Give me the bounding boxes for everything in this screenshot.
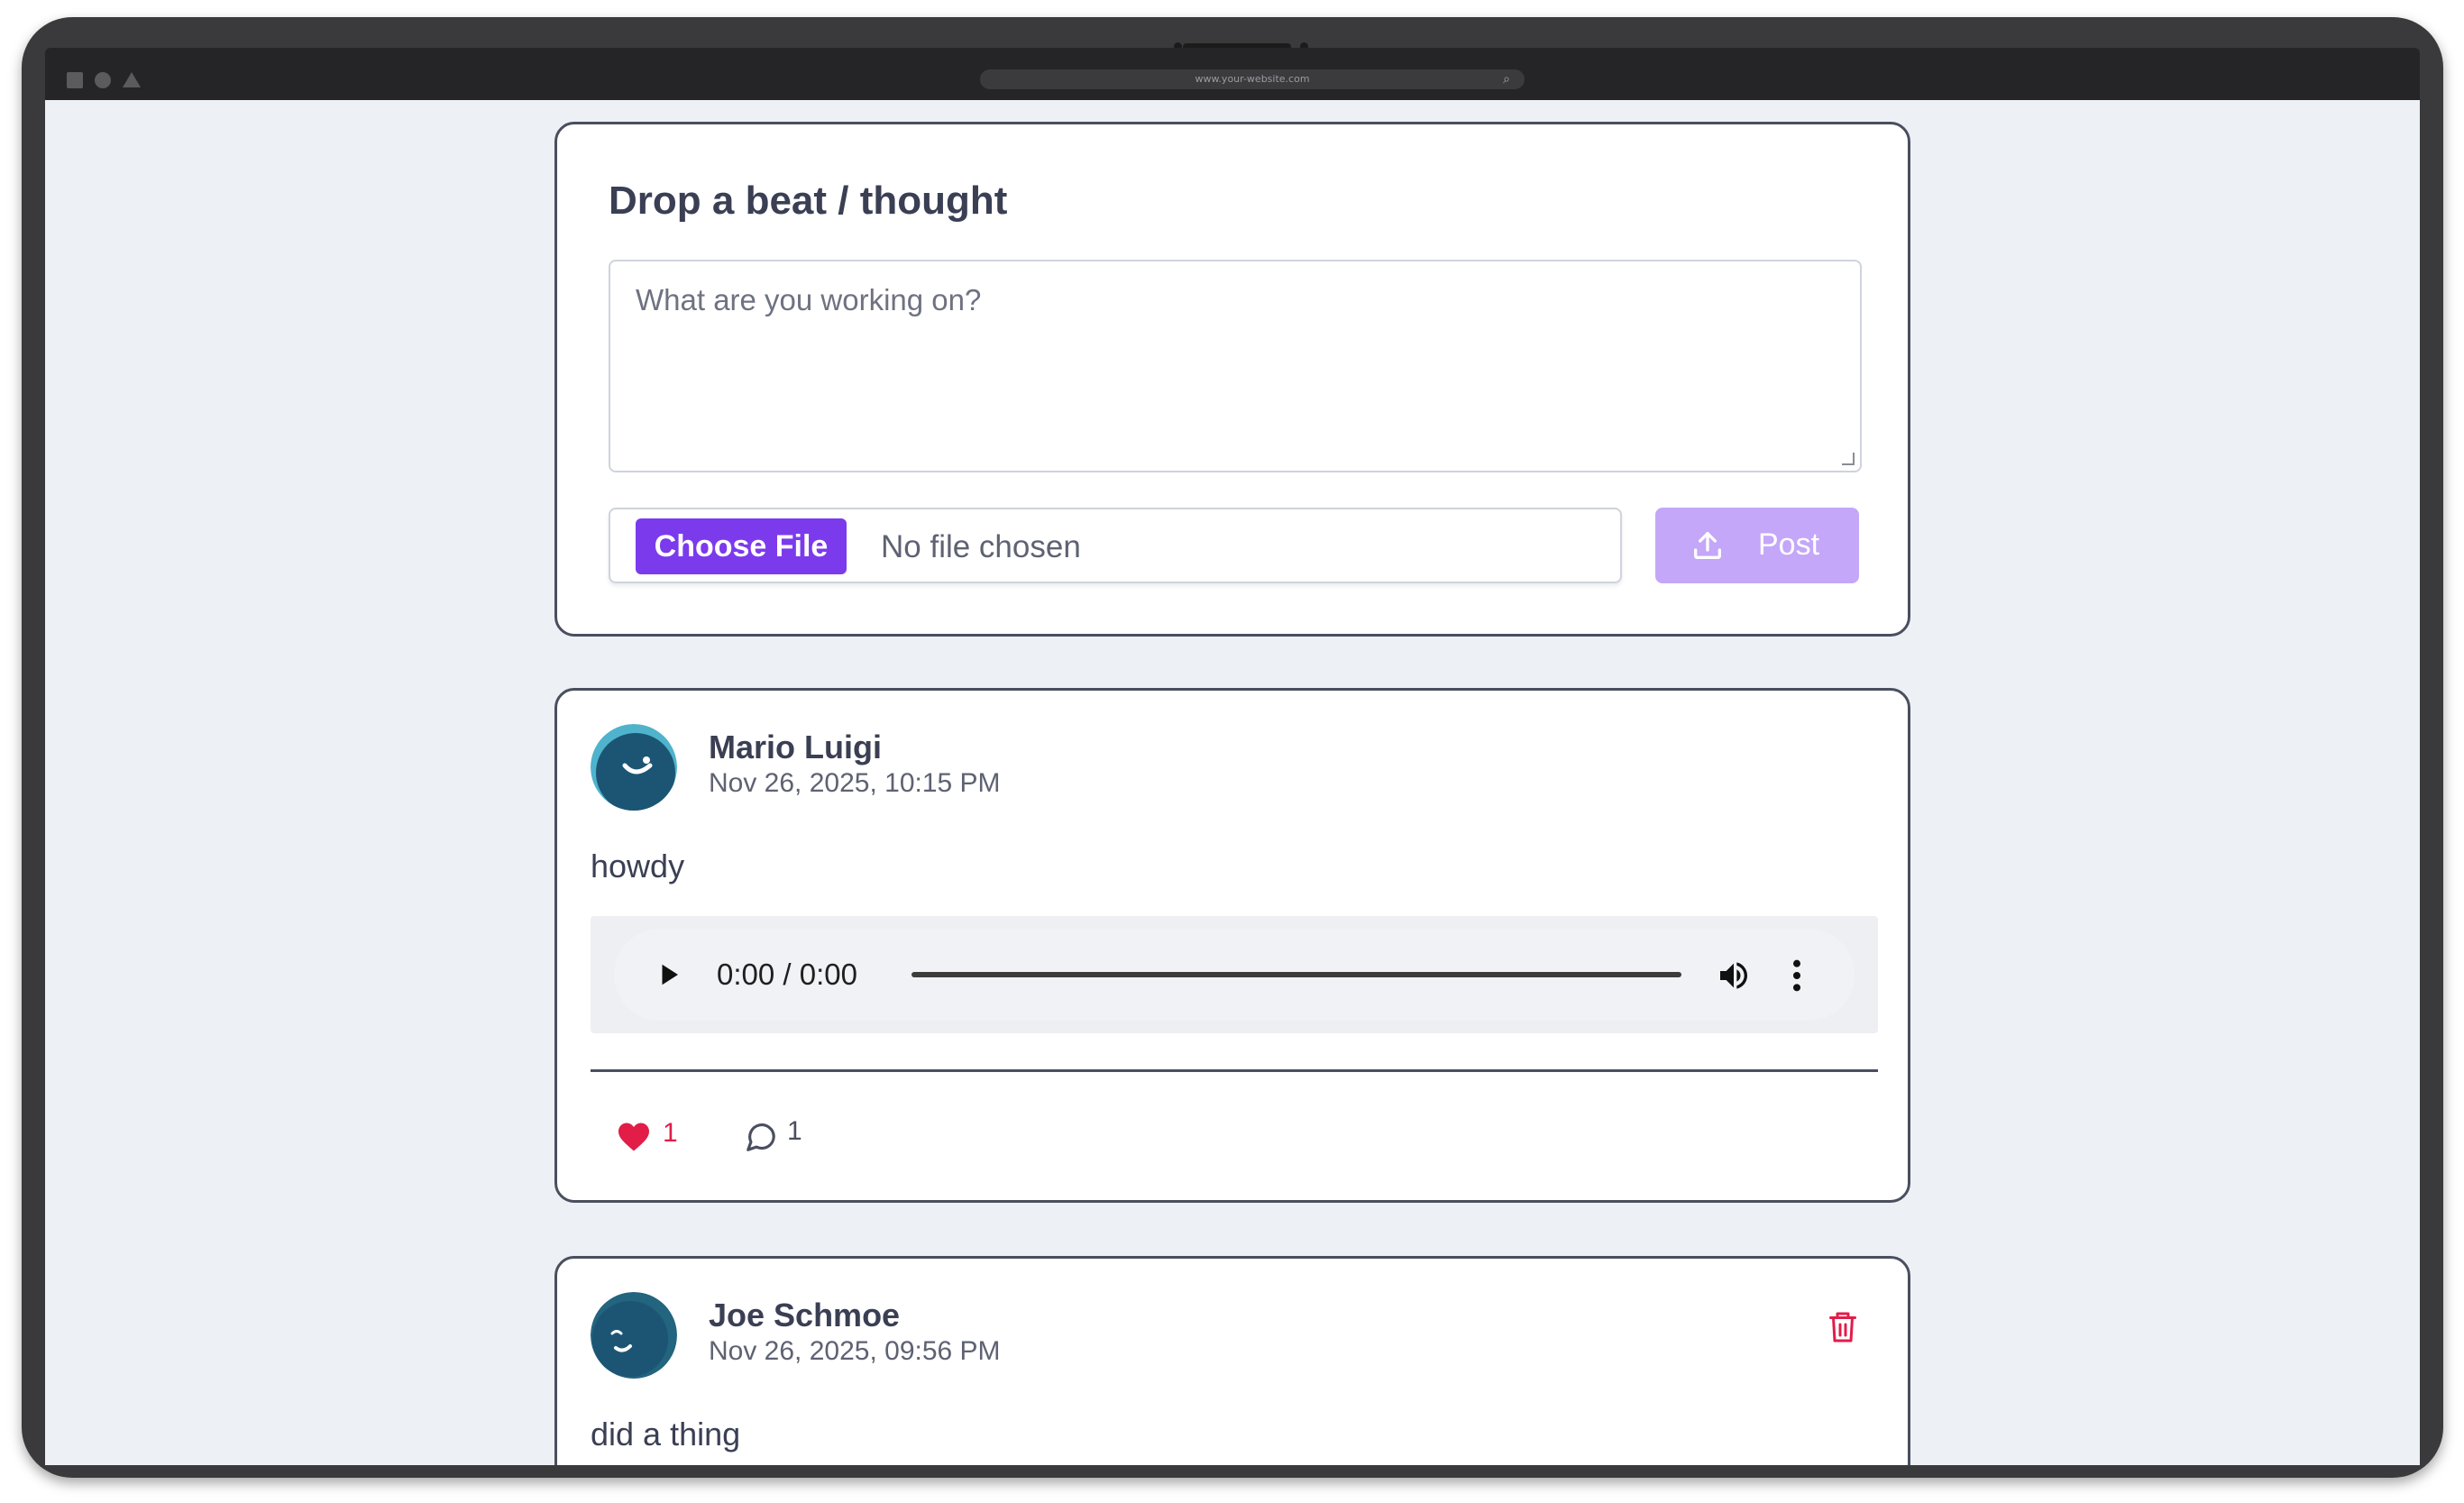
heart-icon[interactable]	[617, 1122, 651, 1152]
post-body: howdy	[591, 848, 685, 884]
post-timestamp: Nov 26, 2025, 10:15 PM	[709, 768, 1001, 798]
window-triangle-icon[interactable]	[123, 72, 141, 87]
file-status: No file chosen	[881, 529, 1081, 564]
address-url: www.your-website.com	[1195, 73, 1310, 85]
page-viewport: Drop a beat / thought What are you worki…	[45, 100, 2420, 1465]
post-button-label: Post	[1758, 527, 1820, 562]
comment-icon[interactable]	[743, 1120, 779, 1154]
post-author[interactable]: Joe Schmoe	[709, 1297, 900, 1334]
audio-container: 0:00 / 0:00	[591, 916, 1878, 1033]
composer-card: Drop a beat / thought What are you worki…	[554, 122, 1910, 637]
more-options-icon[interactable]	[1791, 958, 1802, 994]
address-bar[interactable]: www.your-website.com ⌕	[980, 69, 1525, 89]
choose-file-button[interactable]: Choose File	[636, 518, 847, 574]
play-icon[interactable]	[655, 961, 682, 988]
post-card: Mario Luigi Nov 26, 2025, 10:15 PM howdy…	[554, 688, 1910, 1203]
post-button[interactable]: Post	[1655, 508, 1859, 583]
textarea-placeholder: What are you working on?	[636, 283, 982, 316]
audio-time: 0:00 / 0:00	[717, 958, 857, 991]
window-circle-icon[interactable]	[95, 72, 111, 88]
post-card: Joe Schmoe Nov 26, 2025, 09:56 PM did a …	[554, 1256, 1910, 1465]
resize-handle-icon[interactable]	[1842, 453, 1855, 465]
browser-chrome: www.your-website.com ⌕	[45, 48, 2420, 100]
post-body: did a thing	[591, 1416, 741, 1453]
comment-count: 1	[787, 1116, 802, 1146]
trash-icon[interactable]	[1827, 1309, 1859, 1345]
post-author[interactable]: Mario Luigi	[709, 729, 882, 766]
smiley-avatar-icon[interactable]	[591, 724, 677, 811]
composer-title: Drop a beat / thought	[609, 179, 1008, 223]
upload-icon	[1694, 532, 1721, 559]
post-timestamp: Nov 26, 2025, 09:56 PM	[709, 1336, 1001, 1366]
window-square-icon[interactable]	[67, 72, 83, 88]
search-icon[interactable]: ⌕	[1503, 69, 1510, 89]
like-count: 1	[663, 1118, 678, 1148]
volume-icon[interactable]	[1716, 958, 1752, 994]
post-textarea[interactable]: What are you working on?	[609, 260, 1862, 472]
winking-avatar-icon[interactable]	[591, 1292, 677, 1379]
device-frame: www.your-website.com ⌕ Drop a beat / tho…	[22, 17, 2443, 1478]
post-divider	[591, 1069, 1878, 1072]
audio-player: 0:00 / 0:00	[614, 929, 1855, 1021]
audio-progress-bar[interactable]	[911, 972, 1681, 977]
file-input[interactable]: Choose File No file chosen	[609, 508, 1622, 583]
